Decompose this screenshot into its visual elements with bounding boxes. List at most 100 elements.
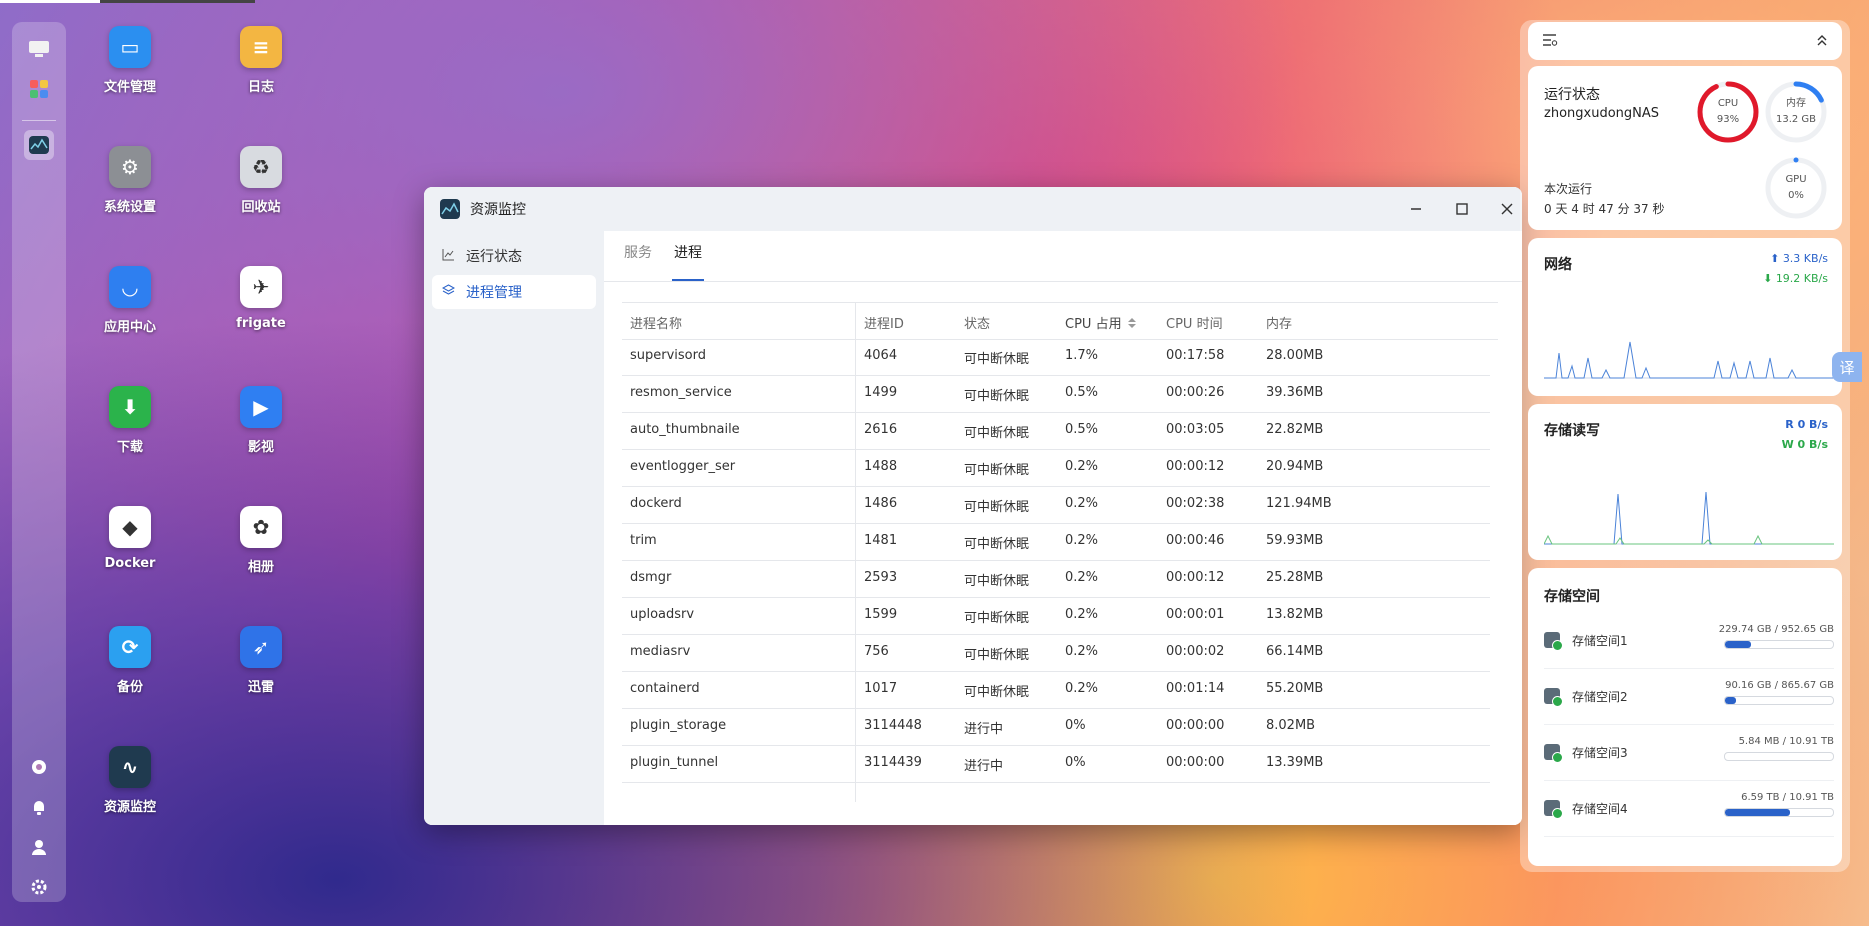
widget-settings-icon[interactable] — [1542, 33, 1558, 51]
memory-gauge-text: 内存 13.2 GB — [1764, 80, 1828, 144]
table-row[interactable]: auto_thumbnaile 2616 可中断休眠 0.5% 00:03:05 22.8… — [622, 412, 1490, 450]
table-cell: supervisord — [630, 348, 707, 363]
table-cell: plugin_tunnel — [630, 755, 719, 770]
tab-processes[interactable]: 进程 — [672, 231, 704, 281]
sort-icon — [1127, 318, 1136, 328]
app-label: 日志 — [247, 80, 274, 95]
desktop-app-6[interactable]: ⬇ 下载 — [70, 386, 190, 455]
storage-drive-icon — [1544, 744, 1563, 763]
desktop-app-4[interactable]: ◡ 应用中心 — [70, 266, 190, 335]
resource-monitor-window: 资源监控 运行状态 进程管理 服务 进程 进程名称 进程ID 状态 CPU 占用… — [424, 187, 1522, 825]
desktop-app-5[interactable]: ✈ frigate — [201, 266, 321, 331]
upload-arrow-icon: ⬆ — [1770, 252, 1780, 265]
desktop-app-12[interactable]: ∿ 资源监控 — [70, 746, 190, 815]
widget-panel: 运行状态 zhongxudongNAS 本次运行 0 天 4 时 47 分 37… — [1520, 20, 1850, 872]
table-cell: mediasrv — [630, 644, 691, 659]
translate-button[interactable]: 译 — [1832, 352, 1862, 382]
download-speed-value: 19.2 KB/s — [1775, 272, 1828, 285]
desktop-app-2[interactable]: ⚙ 系统设置 — [70, 146, 190, 215]
app-icon: ➶ — [240, 626, 282, 668]
disk-read-rate: R 0 B/s — [1785, 418, 1828, 431]
storage-item[interactable]: 存储空间3 5.84 MB / 10.91 TB — [1544, 724, 1834, 781]
running-resource-monitor-icon[interactable] — [24, 130, 54, 160]
app-label: 下载 — [116, 440, 143, 455]
table-cell: 3114439 — [864, 755, 922, 770]
table-row[interactable]: supervisord 4064 可中断休眠 1.7% 00:17:58 28.00MB — [622, 338, 1490, 376]
settings-gear-icon[interactable] — [24, 872, 54, 902]
table-cell: 00:17:58 — [1166, 348, 1225, 363]
app-icon: ⚙ — [109, 146, 151, 188]
table-cell: 进行中 — [964, 722, 1004, 737]
storage-item[interactable]: 存储空间1 229.74 GB / 952.65 GB — [1544, 612, 1834, 669]
app-label: 资源监控 — [103, 800, 156, 815]
close-icon[interactable] — [1495, 197, 1519, 221]
table-cell: 00:00:12 — [1166, 570, 1225, 585]
table-cell: 00:03:05 — [1166, 422, 1225, 437]
desktop-app-9[interactable]: ✿ 相册 — [201, 506, 321, 575]
desktop-app-8[interactable]: ◆ Docker — [70, 506, 190, 571]
table-row[interactable]: resmon_service 1499 可中断休眠 0.5% 00:00:26 39.36… — [622, 375, 1490, 413]
table-cell: 00:00:00 — [1166, 755, 1225, 770]
app-label: 迅雷 — [247, 680, 274, 695]
notification-bell-icon[interactable] — [24, 792, 54, 822]
table-row[interactable]: containerd 1017 可中断休眠 0.2% 00:01:14 55.20MB — [622, 671, 1490, 709]
table-cell: 可中断休眠 — [964, 574, 1030, 589]
col-cpu-time[interactable]: CPU 时间 — [1166, 313, 1223, 332]
app-icon: ⟳ — [109, 626, 151, 668]
desktop-icon[interactable] — [24, 34, 54, 64]
col-process-id[interactable]: 进程ID — [864, 313, 904, 332]
col-cpu-usage[interactable]: CPU 占用 — [1065, 313, 1136, 332]
storage-name: 存储空间1 — [1572, 634, 1628, 648]
table-cell: 0.5% — [1065, 422, 1099, 437]
table-cell: 可中断休眠 — [964, 426, 1030, 441]
collapse-chevron-icon[interactable] — [1816, 33, 1828, 51]
table-cell: 00:00:12 — [1166, 459, 1225, 474]
table-row[interactable]: dsmgr 2593 可中断休眠 0.2% 00:00:12 25.28MB — [622, 560, 1490, 598]
table-row[interactable]: plugin_storage 3114448 进行中 0% 00:00:00 8.02MB — [622, 708, 1490, 746]
table-cell: 00:00:46 — [1166, 533, 1225, 548]
table-row[interactable]: plugin_tunnel 3114439 进行中 0% 00:00:00 13.39MB — [622, 745, 1490, 783]
table-cell: 0.5% — [1065, 385, 1099, 400]
desktop-app-10[interactable]: ⟳ 备份 — [70, 626, 190, 695]
nav-item-process-management[interactable]: 进程管理 — [432, 275, 596, 309]
user-icon[interactable] — [24, 832, 54, 862]
storage-drive-icon — [1544, 688, 1563, 707]
desktop-app-11[interactable]: ➶ 迅雷 — [201, 626, 321, 695]
app-label: Docker — [104, 556, 156, 571]
nav-item-run-status[interactable]: 运行状态 — [432, 239, 596, 273]
storage-usage-bar — [1724, 696, 1834, 705]
desktop-app-3[interactable]: ♻ 回收站 — [201, 146, 321, 215]
network-title: 网络 — [1544, 257, 1572, 273]
table-cell: 1599 — [864, 607, 898, 622]
desktop-app-7[interactable]: ▶ 影视 — [201, 386, 321, 455]
app-icon: ♻ — [240, 146, 282, 188]
storage-item[interactable]: 存储空间4 6.59 TB / 10.91 TB — [1544, 780, 1834, 837]
storage-title: 存储空间 — [1544, 589, 1600, 605]
desktop-app-0[interactable]: ▭ 文件管理 — [70, 26, 190, 95]
table-row[interactable]: dockerd 1486 可中断休眠 0.2% 00:02:38 121.94MB — [622, 486, 1490, 524]
table-row[interactable]: trim 1481 可中断休眠 0.2% 00:00:46 59.93MB — [622, 523, 1490, 561]
app-label: 影视 — [247, 440, 274, 455]
widgets-toggle-icon[interactable] — [24, 752, 54, 782]
table-row[interactable]: eventlogger_ser 1488 可中断休眠 0.2% 00:00:12 20.9… — [622, 449, 1490, 487]
memory-label: 内存 — [1786, 98, 1806, 109]
window-titlebar[interactable]: 资源监控 — [424, 187, 1522, 231]
app-launcher-icon[interactable] — [24, 74, 54, 104]
resource-monitor-app-icon — [440, 199, 460, 219]
table-row[interactable]: uploadsrv 1599 可中断休眠 0.2% 00:00:01 13.82MB — [622, 597, 1490, 635]
col-status[interactable]: 状态 — [964, 313, 990, 332]
maximize-icon[interactable] — [1450, 197, 1474, 221]
app-label: 系统设置 — [103, 200, 156, 215]
minimize-icon[interactable] — [1404, 197, 1428, 221]
cpu-gauge-text: CPU 93% — [1696, 80, 1760, 144]
col-process-name[interactable]: 进程名称 — [630, 313, 682, 332]
table-row[interactable]: mediasrv 756 可中断休眠 0.2% 00:00:02 66.14MB — [622, 634, 1490, 672]
table-cell: 55.20MB — [1266, 681, 1324, 696]
table-cell: 0.2% — [1065, 607, 1099, 622]
storage-usage: 5.84 MB / 10.91 TB — [1738, 736, 1834, 747]
table-cell: 0.2% — [1065, 459, 1099, 474]
col-memory[interactable]: 内存 — [1266, 313, 1292, 332]
tab-services[interactable]: 服务 — [624, 231, 652, 281]
storage-item[interactable]: 存储空间2 90.16 GB / 865.67 GB — [1544, 668, 1834, 725]
desktop-app-1[interactable]: ≡ 日志 — [201, 26, 321, 95]
